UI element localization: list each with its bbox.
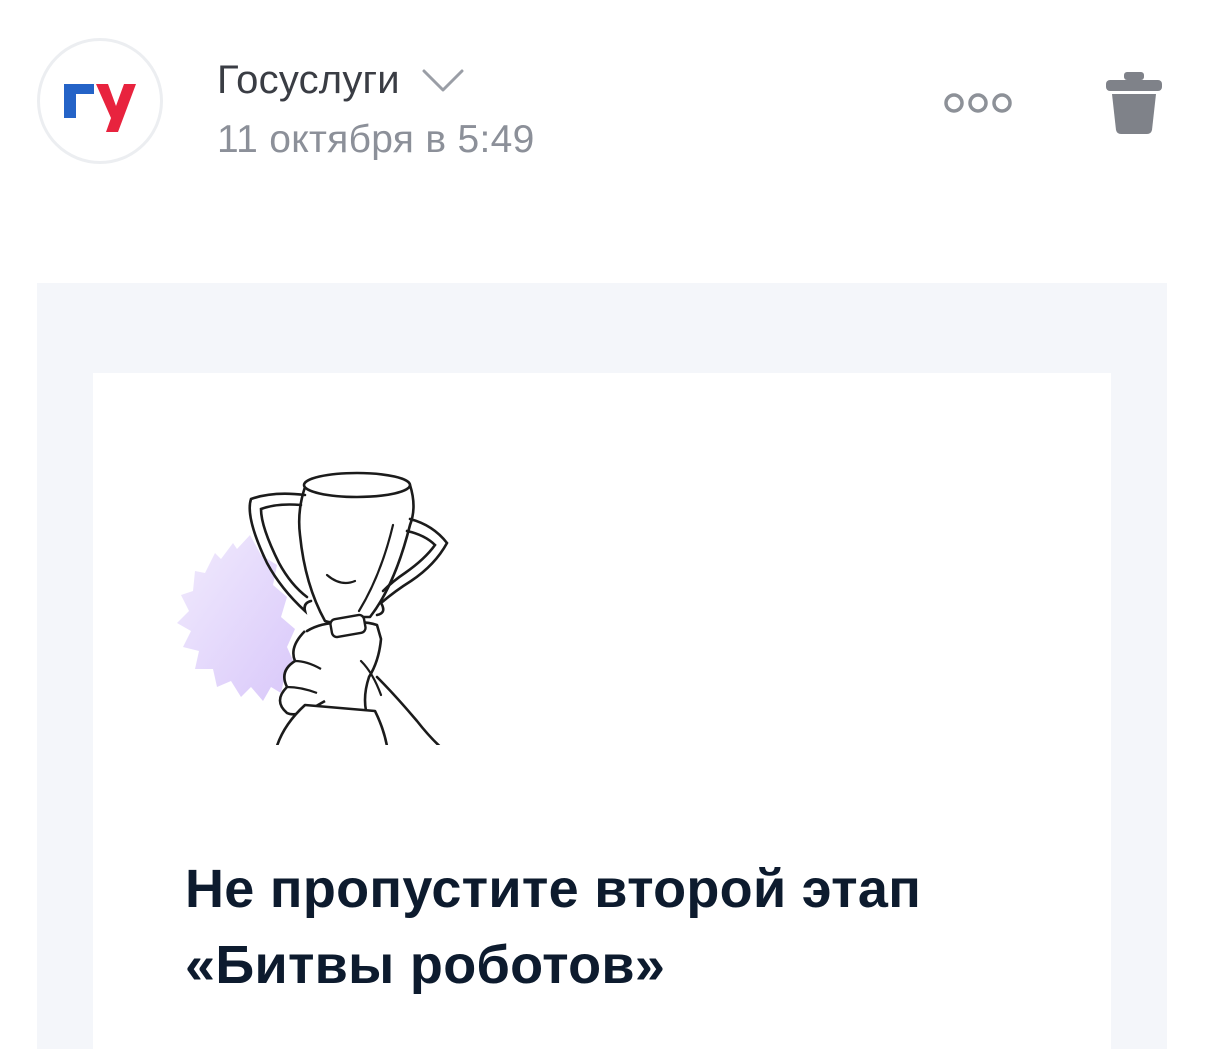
chevron-down-icon [422, 69, 464, 91]
sender-toggle[interactable]: Госуслуги [217, 58, 464, 103]
email-body-frame: Не пропустите второй этап «Битвы роботов… [37, 283, 1167, 1049]
email-headline: Не пропустите второй этап «Битвы роботов… [185, 859, 922, 995]
email-date: 11 октября в 5:49 [217, 118, 535, 161]
email-card: Не пропустите второй этап «Битвы роботов… [93, 373, 1111, 1049]
more-button[interactable] [940, 88, 1016, 118]
sender-avatar[interactable] [37, 38, 163, 164]
gosuslugi-logo-icon [64, 84, 136, 132]
more-dots-icon [944, 93, 1012, 113]
trophy-illustration [177, 471, 449, 745]
trash-icon [1106, 72, 1162, 134]
delete-button[interactable] [1104, 70, 1164, 136]
email-view: Госуслуги 11 октября в 5:49 Не пропустит… [0, 0, 1206, 1049]
sender-name: Госуслуги [217, 58, 400, 102]
